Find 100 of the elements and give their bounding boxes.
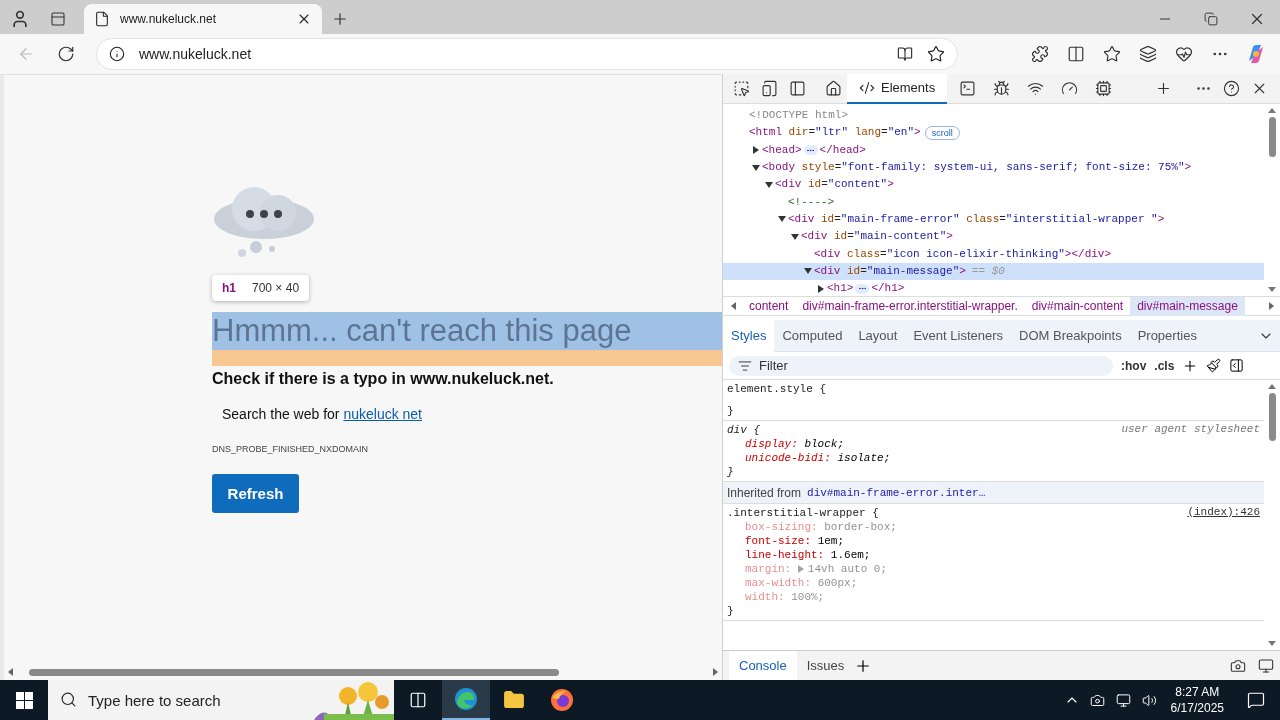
dom-node[interactable]: <!DOCTYPE html> xyxy=(723,107,1264,125)
ellipsis-icon[interactable] xyxy=(803,145,818,156)
breadcrumb[interactable]: div#main-message xyxy=(1130,296,1245,316)
dom-node[interactable]: <div id="content"> xyxy=(723,176,1264,194)
collapse-triangle-icon[interactable] xyxy=(778,216,786,223)
breadcrumb[interactable]: content xyxy=(742,296,796,316)
puzzle-icon[interactable] xyxy=(1031,45,1049,63)
wifi-icon[interactable] xyxy=(1026,80,1044,97)
breadcrumb[interactable]: div#main-content xyxy=(1024,296,1131,316)
volume-icon[interactable] xyxy=(1142,692,1158,708)
css-selector: .interstitial-wrapper { xyxy=(727,506,879,520)
dom-node[interactable]: <body style="font-family: system-ui, sans-serif; font-size: 75%"> xyxy=(723,158,1264,177)
inspect-icon[interactable] xyxy=(732,80,750,97)
taskbar-search-field[interactable]: Type here to search xyxy=(48,680,394,720)
cls-toggle[interactable]: .cls xyxy=(1154,358,1175,373)
refresh-button[interactable]: Refresh xyxy=(212,474,299,513)
css-property: margin: 14vh auto 0; xyxy=(744,562,889,576)
address-bar[interactable]: www.nukeluck.net xyxy=(96,38,958,70)
inherited-label: Inherited from xyxy=(727,485,802,500)
dom-node[interactable]: <div class="icon icon-elixir-thinking"></div> xyxy=(723,245,1264,263)
paintbrush-icon[interactable] xyxy=(1206,358,1222,373)
read-aloud-icon[interactable] xyxy=(897,46,913,62)
css-property: font-size: 1em; xyxy=(744,534,846,548)
error-code: DNS_PROBE_FINISHED_NXDOMAIN xyxy=(212,444,370,454)
scroll-up-icon[interactable] xyxy=(1268,108,1276,113)
breadcrumb[interactable]: div#main-frame-error.interstitial-wrapper. xyxy=(795,296,1025,316)
panel-tab[interactable]: DOM Breakpoints xyxy=(1011,319,1130,352)
scrollbar-thumb[interactable] xyxy=(1268,393,1276,441)
css-property: display: block; xyxy=(744,437,846,451)
dock-icon[interactable] xyxy=(788,80,806,97)
collapse-triangle-icon[interactable] xyxy=(791,233,799,240)
expand-triangle-icon[interactable] xyxy=(818,284,824,293)
dom-node[interactable]: <!----> xyxy=(723,193,1264,211)
panel-tab[interactable]: Properties xyxy=(1129,319,1205,352)
css-property: max-width: 600px; xyxy=(744,576,859,590)
favorites-icon[interactable] xyxy=(1103,45,1121,63)
scroll-up-icon[interactable] xyxy=(1268,384,1276,389)
closing-brace: } xyxy=(727,465,735,479)
reload-icon[interactable] xyxy=(57,45,75,63)
expand-triangle-icon[interactable] xyxy=(753,146,759,155)
device-icon[interactable] xyxy=(760,80,778,97)
folder-icon[interactable] xyxy=(503,689,525,711)
bug-icon[interactable] xyxy=(992,80,1010,97)
panel-tab[interactable]: Layout xyxy=(850,319,906,352)
heart-pulse-icon[interactable] xyxy=(1175,45,1193,63)
notifications-icon[interactable] xyxy=(1247,691,1265,709)
gauge-icon[interactable] xyxy=(1060,80,1078,97)
drawer-tab[interactable]: Console xyxy=(729,650,797,681)
star-icon[interactable] xyxy=(927,45,945,63)
split-screen-icon[interactable] xyxy=(1067,45,1085,63)
collapse-triangle-icon[interactable] xyxy=(765,181,773,188)
hov-toggle[interactable]: :hov xyxy=(1121,358,1147,373)
scrollbar-thumb[interactable] xyxy=(29,668,559,676)
element-tooltip: h1 700 × 40 xyxy=(212,275,310,301)
help-icon[interactable] xyxy=(1222,80,1240,97)
source-link[interactable]: (index):426 xyxy=(1187,506,1260,520)
windows-logo-icon[interactable] xyxy=(15,691,33,709)
ellipsis-icon[interactable] xyxy=(855,283,870,294)
dom-node[interactable]: <html dir="ltr" lang="en"> scroll xyxy=(723,124,1264,142)
panel-tab[interactable]: Styles xyxy=(723,319,775,352)
task-view-icon[interactable] xyxy=(409,691,427,709)
dom-node[interactable]: <head> </head> xyxy=(723,141,1264,159)
chip-icon[interactable] xyxy=(1094,80,1112,97)
collapse-triangle-icon[interactable] xyxy=(804,268,812,275)
elements-tab[interactable]: Elements xyxy=(847,73,948,104)
drawer-tab[interactable]: Issues xyxy=(796,650,855,681)
dock-bottom-icon[interactable] xyxy=(1258,657,1274,674)
dom-node[interactable]: <div id="main-content"> xyxy=(723,228,1264,246)
network-icon[interactable] xyxy=(1116,692,1132,708)
console-icon[interactable] xyxy=(958,80,976,97)
restore-icon[interactable] xyxy=(1204,12,1218,26)
tab-actions-icon[interactable] xyxy=(50,11,66,27)
scroll-down-icon[interactable] xyxy=(1268,287,1276,292)
webcam-icon[interactable] xyxy=(1090,692,1106,708)
fox-browser-icon[interactable] xyxy=(550,688,574,712)
search-link[interactable]: nukeluck net xyxy=(343,406,422,422)
css-property: unicode-bidi: isolate; xyxy=(744,451,892,465)
browser-tab[interactable]: www.nukeluck.net xyxy=(84,4,322,34)
dom-node[interactable]: <div id="main-frame-error" class="interstitial-wrapper "> xyxy=(723,210,1264,229)
home-icon[interactable] xyxy=(824,80,842,97)
swirl-browser-icon[interactable] xyxy=(454,687,478,711)
info-icon[interactable] xyxy=(109,46,125,62)
collapse-triangle-icon[interactable] xyxy=(752,164,760,171)
scrollbar-thumb[interactable] xyxy=(1268,117,1276,157)
collections-icon[interactable] xyxy=(1139,45,1157,63)
sidebar-toggle-icon[interactable] xyxy=(1229,358,1245,373)
dom-node[interactable]: <h1> </h1> xyxy=(723,279,1264,296)
inherited-link[interactable]: div#main-frame-error.inter… xyxy=(807,486,986,499)
filter-field[interactable]: Filter xyxy=(729,355,1113,376)
clock[interactable]: 8:27 AM 6/17/2025 xyxy=(1162,684,1232,716)
filter-icon xyxy=(738,358,752,373)
scroll-right-icon[interactable] xyxy=(1269,302,1274,310)
closing-brace: } xyxy=(727,404,735,418)
panel-tab[interactable]: Computed xyxy=(774,319,851,352)
closing-brace: } xyxy=(727,604,735,618)
panel-tab[interactable]: Event Listeners xyxy=(905,319,1012,352)
screencast-icon[interactable] xyxy=(1230,657,1246,674)
dom-node[interactable]: <div id="main-message"> == $0 xyxy=(723,262,1264,280)
new-tab-icon[interactable] xyxy=(331,10,349,28)
scroll-left-icon[interactable] xyxy=(731,302,736,310)
